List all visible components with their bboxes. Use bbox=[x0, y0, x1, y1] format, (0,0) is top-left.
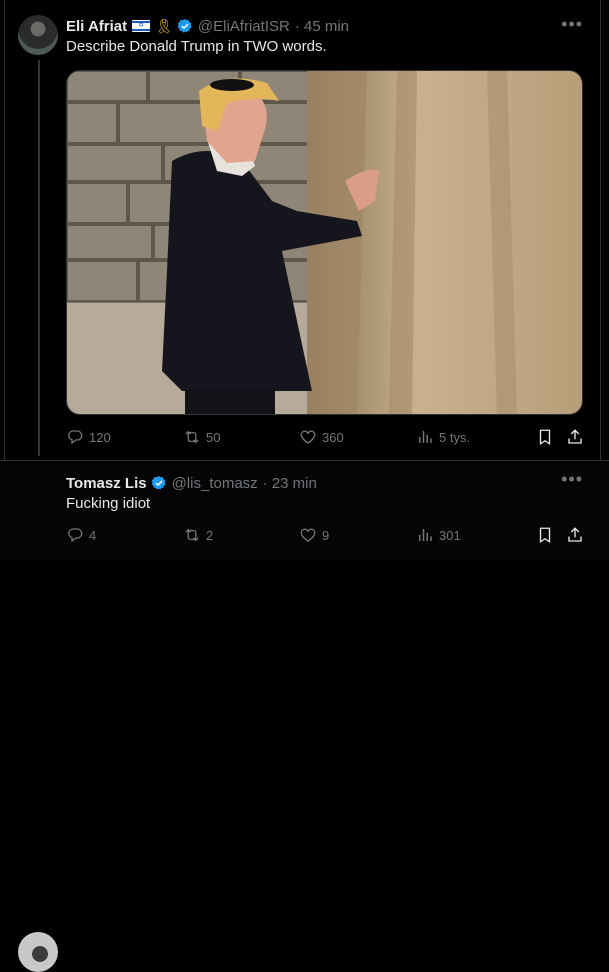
reply-button[interactable]: 120 bbox=[66, 428, 111, 446]
views-count: 5 tys. bbox=[439, 429, 471, 445]
author-name[interactable]: Eli Afriat bbox=[66, 18, 127, 35]
verified-badge-icon[interactable] bbox=[151, 475, 167, 491]
tweet-main[interactable]: Eli Afriat ✡ 🎗 @EliAfriatISR · 45 min ••… bbox=[0, 0, 609, 460]
timestamp[interactable]: · 45 min bbox=[295, 18, 349, 35]
avatar[interactable] bbox=[18, 932, 58, 972]
like-button[interactable]: 9 bbox=[299, 526, 329, 544]
more-icon[interactable]: ••• bbox=[561, 14, 583, 35]
thread-line bbox=[38, 60, 40, 456]
reply-icon bbox=[68, 430, 83, 445]
views-button[interactable]: 301 bbox=[416, 526, 461, 544]
author-name[interactable]: Tomasz Lis bbox=[66, 475, 147, 492]
avatar[interactable] bbox=[18, 15, 58, 55]
repost-icon bbox=[185, 528, 199, 542]
verified-badge-icon[interactable] bbox=[177, 18, 193, 34]
more-icon[interactable]: ••• bbox=[561, 469, 583, 490]
repost-count: 2 bbox=[206, 527, 214, 543]
timestamp[interactable]: · 23 min bbox=[263, 475, 317, 492]
tweet-reply[interactable]: Tomasz Lis @lis_tomasz · 23 min ••• Fuck… bbox=[0, 460, 609, 972]
repost-button[interactable]: 50 bbox=[183, 428, 220, 446]
israel-flag-icon: ✡ bbox=[132, 20, 151, 32]
reply-icon bbox=[68, 528, 83, 543]
tweet-header: Tomasz Lis @lis_tomasz · 23 min bbox=[66, 473, 317, 493]
views-count: 301 bbox=[439, 527, 461, 543]
like-button[interactable]: 360 bbox=[299, 428, 344, 446]
reply-count: 120 bbox=[89, 429, 111, 445]
share-icon bbox=[568, 429, 582, 444]
yellow-ribbon-icon: 🎗 bbox=[155, 17, 173, 34]
tweet-actions: 120 50 360 5 tys. bbox=[66, 428, 586, 448]
bookmark-button[interactable] bbox=[536, 428, 554, 446]
repost-count: 50 bbox=[206, 429, 221, 445]
like-icon bbox=[300, 430, 316, 444]
bookmark-button[interactable] bbox=[536, 526, 554, 544]
share-button[interactable] bbox=[566, 428, 584, 446]
tweet-actions: 4 2 9 301 bbox=[66, 526, 586, 546]
like-icon bbox=[300, 528, 316, 542]
views-icon bbox=[419, 529, 432, 541]
bookmark-icon bbox=[539, 527, 551, 544]
repost-icon bbox=[185, 430, 199, 444]
reply-button[interactable]: 4 bbox=[66, 526, 96, 544]
author-handle[interactable]: @lis_tomasz bbox=[172, 475, 258, 492]
tweet-photo[interactable] bbox=[66, 70, 583, 415]
bookmark-icon bbox=[539, 429, 551, 446]
views-icon bbox=[419, 431, 432, 443]
author-handle[interactable]: @EliAfriatISR bbox=[198, 18, 290, 35]
repost-button[interactable]: 2 bbox=[183, 526, 213, 544]
share-button[interactable] bbox=[566, 526, 584, 544]
like-count: 9 bbox=[322, 527, 330, 543]
tweet-text: Fucking idiot bbox=[66, 495, 151, 512]
tweet-text: Describe Donald Trump in TWO words. bbox=[66, 38, 327, 55]
tweet-header: Eli Afriat ✡ 🎗 @EliAfriatISR · 45 min bbox=[66, 16, 349, 36]
share-icon bbox=[568, 527, 582, 542]
reply-count: 4 bbox=[89, 527, 97, 543]
like-count: 360 bbox=[322, 429, 344, 445]
views-button[interactable]: 5 tys. bbox=[416, 428, 470, 446]
